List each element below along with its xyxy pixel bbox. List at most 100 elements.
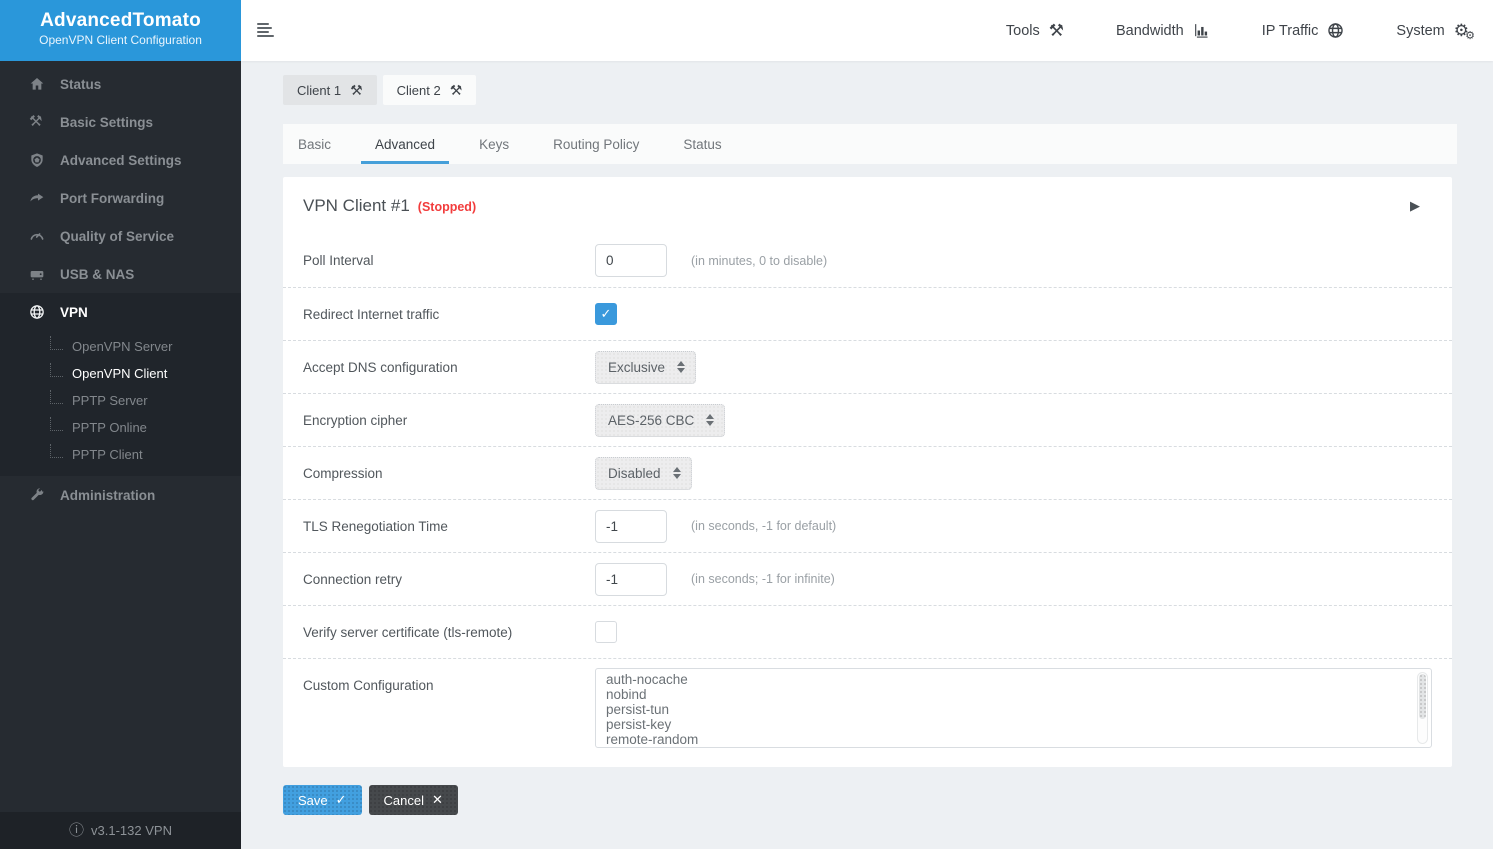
tab-status[interactable]: Status (669, 124, 735, 164)
sidebar-item-port-forwarding[interactable]: Port Forwarding (0, 179, 241, 217)
submenu-item-label: PPTP Client (72, 447, 143, 462)
tab-advanced[interactable]: Advanced (361, 124, 449, 164)
topnav-label: Tools (1006, 23, 1040, 39)
select-arrows-icon (673, 467, 681, 479)
tab-basic[interactable]: Basic (284, 124, 345, 164)
submenu-item-openvpn-client[interactable]: OpenVPN Client (0, 360, 241, 387)
sidebar-item-label: Status (60, 77, 101, 92)
brand: AdvancedTomato OpenVPN Client Configurat… (0, 0, 241, 61)
row-connection-retry: Connection retry (in seconds; -1 for inf… (283, 552, 1452, 605)
menu-icon[interactable] (253, 19, 278, 43)
client-tabs: Client 1 ⚒ Client 2 ⚒ (283, 75, 1493, 105)
sidebar-item-label: USB & NAS (60, 267, 134, 282)
top-nav: Tools ⚒ Bandwidth IP Traffic System ⚙⚙ (1006, 22, 1493, 39)
sidebar-item-basic-settings[interactable]: ⚒ Basic Settings (0, 103, 241, 141)
panel-title: VPN Client #1 (303, 196, 410, 216)
tab-label: Keys (479, 137, 509, 152)
field-label: Encryption cipher (303, 413, 595, 428)
sidebar-item-advanced-settings[interactable]: Advanced Settings (0, 141, 241, 179)
redirect-internet-checkbox[interactable]: ✓ (595, 303, 617, 325)
form-actions: Save ✓ Cancel ✕ (283, 785, 1493, 815)
tools-icon: ⚒ (29, 114, 45, 130)
cancel-label: Cancel (384, 793, 424, 808)
submenu-item-pptp-client[interactable]: PPTP Client (0, 441, 241, 468)
home-icon (29, 76, 45, 92)
row-verify-cert: Verify server certificate (tls-remote) ✓ (283, 605, 1452, 658)
compression-select[interactable]: Disabled (595, 457, 692, 490)
submenu-item-label: OpenVPN Client (72, 366, 167, 381)
row-tls-renegotiation: TLS Renegotiation Time (in seconds, -1 f… (283, 499, 1452, 552)
save-label: Save (298, 793, 328, 808)
sidebar-item-vpn[interactable]: VPN (0, 293, 241, 331)
tools-icon: ⚒ (350, 82, 363, 99)
tab-client-2[interactable]: Client 2 ⚒ (383, 75, 477, 105)
field-label: Verify server certificate (tls-remote) (303, 625, 595, 640)
select-arrows-icon (706, 414, 714, 426)
topnav-system[interactable]: System ⚙⚙ (1396, 22, 1469, 39)
version-footer: ⓘ v3.1-132 VPN (0, 812, 241, 849)
sidebar-item-administration[interactable]: Administration (0, 476, 241, 514)
field-hint: (in minutes, 0 to disable) (691, 254, 827, 268)
brand-subtitle: OpenVPN Client Configuration (0, 33, 241, 47)
topnav-label: System (1396, 23, 1444, 39)
textarea-scrollbar[interactable] (1417, 672, 1428, 744)
save-button[interactable]: Save ✓ (283, 785, 362, 815)
select-arrows-icon (677, 361, 685, 373)
submenu-item-openvpn-server[interactable]: OpenVPN Server (0, 333, 241, 360)
tools-icon: ⚒ (1049, 22, 1064, 39)
top-header: Tools ⚒ Bandwidth IP Traffic System ⚙⚙ (241, 0, 1493, 61)
field-label: TLS Renegotiation Time (303, 519, 595, 534)
field-hint: (in seconds; -1 for infinite) (691, 572, 835, 586)
submenu-item-label: PPTP Online (72, 420, 147, 435)
row-custom-config: Custom Configuration auth-nocache nobind… (283, 658, 1452, 767)
tab-label: Routing Policy (553, 137, 639, 152)
sidebar-item-qos[interactable]: Quality of Service (0, 217, 241, 255)
row-compression: Compression Disabled (283, 446, 1452, 499)
sidebar-item-label: Quality of Service (60, 229, 174, 244)
row-accept-dns: Accept DNS configuration Exclusive (283, 340, 1452, 393)
scrollbar-thumb[interactable] (1419, 674, 1426, 719)
globe-icon (1327, 22, 1344, 39)
sidebar-item-label: Basic Settings (60, 115, 153, 130)
gauge-icon (29, 228, 45, 244)
tab-client-1[interactable]: Client 1 ⚒ (283, 75, 377, 105)
bar-chart-icon (1193, 22, 1210, 39)
sidebar-item-label: Administration (60, 488, 155, 503)
poll-interval-input[interactable] (595, 244, 667, 277)
select-value: Disabled (608, 466, 661, 481)
sidebar: AdvancedTomato OpenVPN Client Configurat… (0, 0, 241, 849)
topnav-label: Bandwidth (1116, 23, 1184, 39)
select-value: Exclusive (608, 360, 665, 375)
topnav-bandwidth[interactable]: Bandwidth (1116, 22, 1210, 39)
tab-label: Client 1 (297, 83, 341, 98)
field-label: Accept DNS configuration (303, 360, 595, 375)
tools-icon: ⚒ (450, 82, 463, 99)
topnav-tools[interactable]: Tools ⚒ (1006, 22, 1064, 39)
globe-icon (29, 304, 45, 320)
tree-connector (50, 336, 63, 350)
submenu-item-pptp-server[interactable]: PPTP Server (0, 387, 241, 414)
submenu-item-pptp-online[interactable]: PPTP Online (0, 414, 241, 441)
cancel-button[interactable]: Cancel ✕ (369, 785, 458, 815)
topnav-ip-traffic[interactable]: IP Traffic (1262, 22, 1345, 39)
tab-label: Status (683, 137, 721, 152)
connection-retry-input[interactable] (595, 563, 667, 596)
row-encryption-cipher: Encryption cipher AES-256 CBC (283, 393, 1452, 446)
tab-keys[interactable]: Keys (465, 124, 523, 164)
sidebar-item-label: Port Forwarding (60, 191, 164, 206)
check-icon: ✓ (336, 792, 347, 808)
sidebar-nav: Status ⚒ Basic Settings Advanced Setting… (0, 61, 241, 514)
close-icon: ✕ (432, 792, 443, 808)
verify-cert-checkbox[interactable]: ✓ (595, 621, 617, 643)
accept-dns-select[interactable]: Exclusive (595, 351, 696, 384)
vpn-client-panel: VPN Client #1 (Stopped) ▶ Poll Interval … (283, 177, 1452, 767)
encryption-cipher-select[interactable]: AES-256 CBC (595, 404, 725, 437)
submenu-item-label: OpenVPN Server (72, 339, 172, 354)
start-client-icon[interactable]: ▶ (1410, 198, 1420, 214)
sidebar-item-usb-nas[interactable]: USB & NAS (0, 255, 241, 293)
sidebar-item-status[interactable]: Status (0, 65, 241, 103)
custom-config-textarea[interactable]: auth-nocache nobind persist-tun persist-… (595, 668, 1432, 748)
tls-renegotiation-input[interactable] (595, 510, 667, 543)
hdd-icon (29, 266, 45, 282)
tab-routing-policy[interactable]: Routing Policy (539, 124, 653, 164)
